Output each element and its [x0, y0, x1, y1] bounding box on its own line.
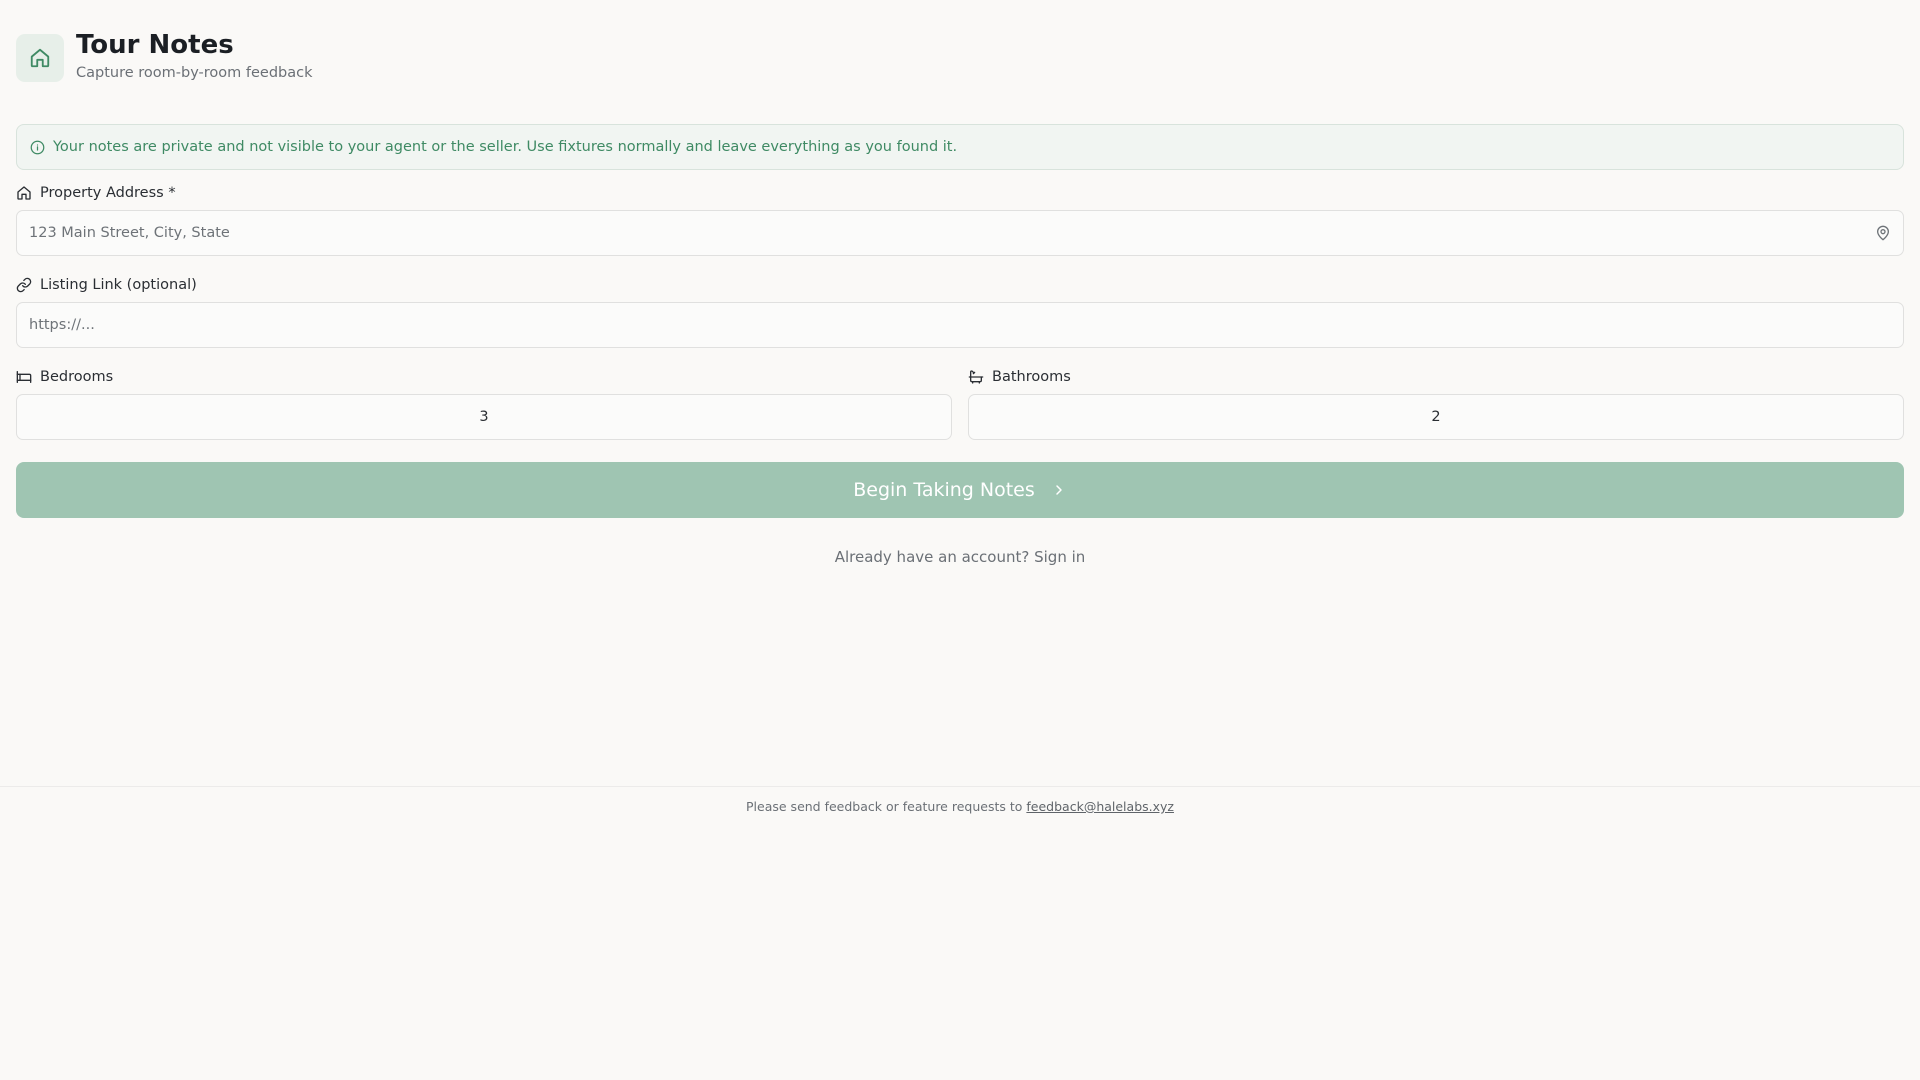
- home-icon: [29, 47, 51, 69]
- bed-icon: [16, 369, 32, 385]
- banner-text: Your notes are private and not visible t…: [53, 139, 958, 155]
- bathrooms-label: Bathrooms: [968, 369, 1071, 385]
- listing-field[interactable]: [16, 302, 1904, 348]
- listing-label-text: Listing Link (optional): [40, 277, 197, 293]
- link-icon: [16, 277, 32, 293]
- feedback-email-link[interactable]: feedback@halelabs.xyz: [1026, 799, 1174, 814]
- home-icon: [16, 185, 32, 201]
- chevron-right-icon: [1051, 482, 1067, 498]
- footer: Please send feedback or feature requests…: [0, 786, 1920, 814]
- bath-icon: [968, 369, 984, 385]
- begin-taking-notes-button[interactable]: Begin Taking Notes: [16, 462, 1904, 518]
- footer-text: Please send feedback or feature requests…: [0, 799, 1920, 814]
- footer-message: Please send feedback or feature requests…: [746, 799, 1023, 814]
- bedrooms-field[interactable]: [16, 394, 952, 440]
- address-input[interactable]: [17, 211, 1903, 255]
- bathrooms-label-text: Bathrooms: [992, 369, 1071, 385]
- page-subtitle: Capture room-by-room feedback: [76, 64, 313, 81]
- address-field[interactable]: [16, 210, 1904, 256]
- address-label: Property Address *: [16, 185, 176, 201]
- listing-label: Listing Link (optional): [16, 277, 197, 293]
- bathrooms-field[interactable]: [968, 394, 1904, 440]
- app-logo: [16, 34, 64, 82]
- signin-prompt: Already have an account? Sign in: [16, 548, 1904, 566]
- bedrooms-label: Bedrooms: [16, 369, 113, 385]
- app-header: Tour Notes Capture room-by-room feedback: [16, 30, 313, 82]
- signin-prompt-text: Already have an account?: [834, 548, 1030, 566]
- begin-button-label: Begin Taking Notes: [853, 479, 1035, 501]
- page-title: Tour Notes: [76, 29, 234, 60]
- info-icon: [30, 140, 45, 155]
- address-label-text: Property Address *: [40, 185, 176, 201]
- signin-link[interactable]: Sign in: [1034, 548, 1085, 566]
- bedrooms-input[interactable]: [17, 395, 951, 439]
- bathrooms-input[interactable]: [969, 395, 1903, 439]
- listing-input[interactable]: [17, 303, 1903, 347]
- bedrooms-label-text: Bedrooms: [40, 369, 114, 385]
- header-text: Tour Notes Capture room-by-room feedback: [76, 30, 313, 81]
- privacy-banner: Your notes are private and not visible t…: [16, 124, 1904, 170]
- map-pin-icon[interactable]: [1875, 225, 1891, 241]
- page: Tour Notes Capture room-by-room feedback…: [0, 0, 1920, 1080]
